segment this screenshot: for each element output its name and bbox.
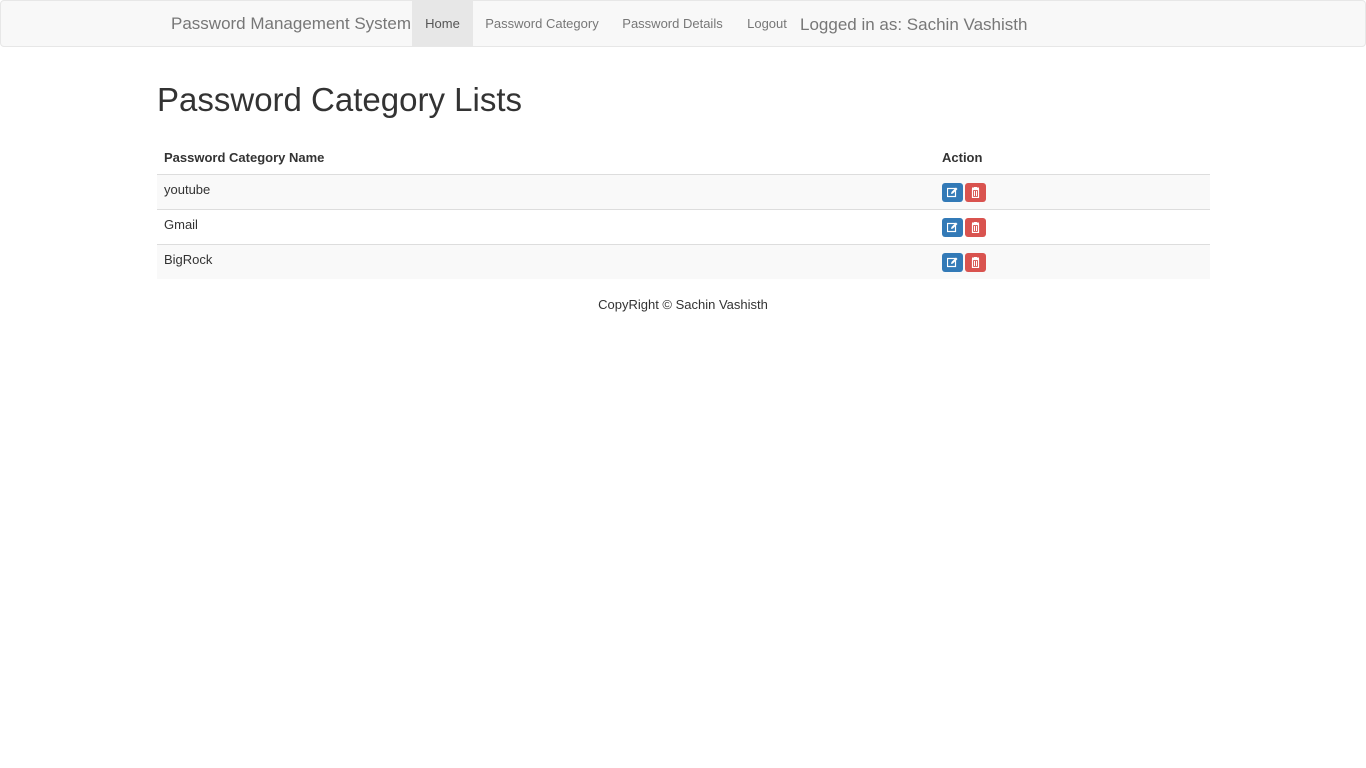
edit-button[interactable] <box>942 252 963 272</box>
category-table: Password Category Name Action youtube Gm… <box>157 140 1210 279</box>
nav-home[interactable]: Home <box>412 1 473 46</box>
table-row: BigRock <box>157 244 1210 279</box>
delete-button[interactable] <box>965 217 986 237</box>
trash-icon <box>971 186 980 198</box>
delete-button[interactable] <box>965 252 986 272</box>
category-name-cell: youtube <box>157 175 935 210</box>
nav-logout[interactable]: Logout <box>734 1 800 46</box>
category-name-cell: Gmail <box>157 209 935 245</box>
category-name: BigRock <box>164 251 213 267</box>
edit-button[interactable] <box>942 182 963 202</box>
table-header-row: Password Category Name Action <box>157 140 1210 175</box>
header-action: Action <box>935 140 1210 175</box>
action-cell <box>935 209 1210 245</box>
delete-button[interactable] <box>965 182 986 202</box>
trash-icon <box>971 221 980 233</box>
category-name-cell: BigRock <box>157 244 935 279</box>
table-row: youtube <box>157 174 1210 210</box>
nav-password-category[interactable]: Password Category <box>473 1 611 46</box>
table-row: Gmail <box>157 209 1210 245</box>
action-cell <box>935 175 1210 210</box>
edit-icon <box>947 257 958 267</box>
edit-icon <box>947 187 958 197</box>
edit-icon <box>947 222 958 232</box>
page-title: Password Category Lists <box>157 81 522 118</box>
footer-copyright: CopyRight © Sachin Vashisth <box>598 297 768 312</box>
trash-icon <box>971 256 980 268</box>
action-cell <box>935 244 1210 279</box>
category-name: Gmail <box>164 216 198 232</box>
edit-button[interactable] <box>942 217 963 237</box>
top-navbar: Password Management System Home Password… <box>0 0 1366 47</box>
brand-link[interactable]: Password Management System <box>171 1 411 47</box>
header-category-name: Password Category Name <box>157 140 935 175</box>
nav-password-details[interactable]: Password Details <box>611 1 734 46</box>
category-name: youtube <box>164 181 211 197</box>
logged-in-text: Logged in as: Sachin Vashisth <box>800 15 1028 34</box>
